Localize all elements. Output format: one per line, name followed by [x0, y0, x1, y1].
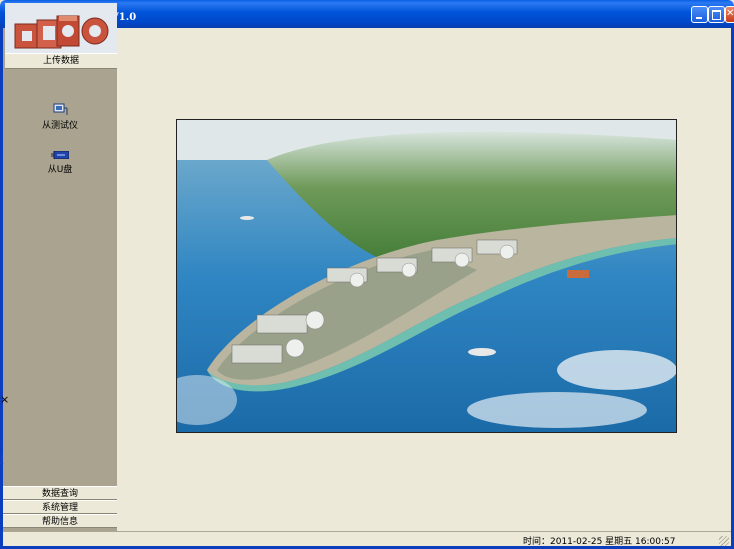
- menu-data-query[interactable]: 数据查询: [3, 486, 117, 500]
- artifact-x: ×: [0, 393, 10, 406]
- sidebar-item-from-usb[interactable]: 从U盘: [3, 150, 117, 175]
- aerial-power-plant-image: [176, 119, 677, 433]
- maximize-icon[interactable]: [708, 6, 725, 23]
- menu-help-info[interactable]: 帮助信息: [3, 514, 117, 528]
- sidebar-header-upload[interactable]: 上传数据: [5, 53, 117, 69]
- transformer-logo-icon: [14, 15, 109, 49]
- sidebar-item-label: 从U盘: [47, 165, 73, 175]
- resize-grip-icon[interactable]: [719, 536, 729, 546]
- logo-panel: [5, 3, 117, 53]
- monitor-icon: [53, 103, 68, 115]
- close-icon[interactable]: [725, 6, 734, 23]
- artifact-link[interactable]: I: [0, 452, 3, 465]
- minimize-icon[interactable]: [691, 6, 708, 23]
- menu-system-management[interactable]: 系统管理: [3, 500, 117, 514]
- status-bar: 时间：2011-02-25 星期五 16:00:57: [3, 531, 731, 547]
- sidebar-item-from-tester[interactable]: 从测试仪: [3, 103, 117, 131]
- usb-drive-icon: [51, 150, 70, 160]
- sidebar-item-label: 从测试仪: [41, 121, 78, 131]
